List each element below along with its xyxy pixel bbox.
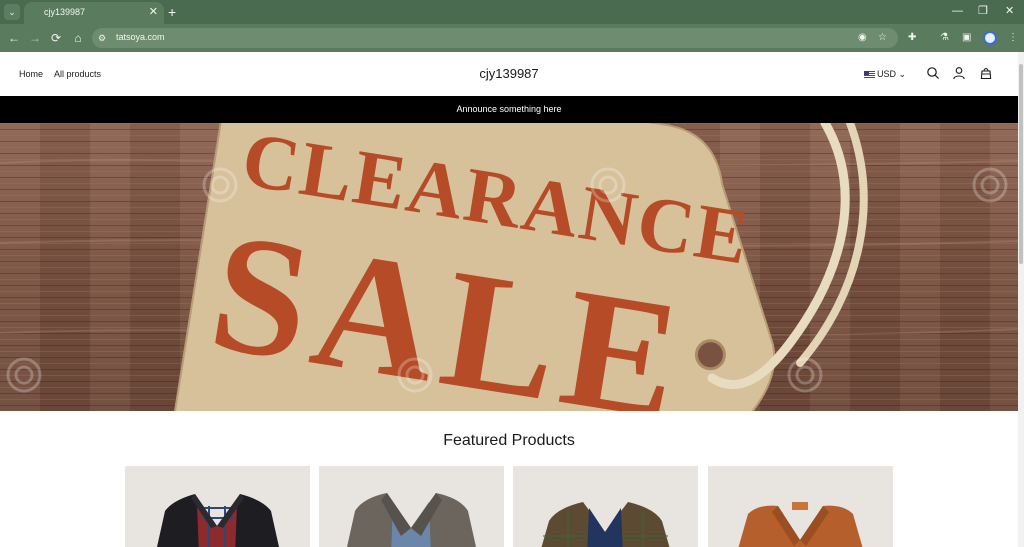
account-icon[interactable] bbox=[952, 66, 966, 80]
announcement-bar: Announce something here bbox=[0, 96, 1018, 123]
scrollbar-thumb[interactable] bbox=[1019, 64, 1023, 264]
back-icon[interactable]: ← bbox=[6, 30, 22, 46]
search-icon[interactable] bbox=[926, 66, 940, 80]
us-flag-icon bbox=[864, 71, 875, 78]
page-scrollbar[interactable] bbox=[1018, 52, 1024, 547]
tracking-eye-icon[interactable]: ◉ bbox=[858, 31, 867, 45]
cart-icon[interactable] bbox=[979, 66, 993, 80]
site-header: Home All products cjy139987 USD ⌄ bbox=[0, 52, 1018, 96]
tab-title: cjy139987 bbox=[44, 7, 86, 17]
url-text[interactable]: tatsoya.com bbox=[116, 32, 165, 42]
minimize-icon[interactable]: — bbox=[952, 4, 963, 18]
announcement-text: Announce something here bbox=[456, 104, 562, 114]
orange-leather-vest-image bbox=[738, 502, 863, 547]
tab-search-icon[interactable]: ⌄ bbox=[4, 4, 20, 20]
browser-toolbar: ← → ⟳ ⌂ ⚙ tatsoya.com ◉ ☆ ✚ ⚗ ▣ ⋮ bbox=[0, 24, 1024, 52]
black-vest-image bbox=[157, 494, 279, 547]
product-card[interactable] bbox=[319, 466, 504, 547]
hero-banner[interactable]: CLEARANCE SALE bbox=[0, 123, 1018, 411]
product-card[interactable] bbox=[513, 466, 698, 547]
currency-code: USD bbox=[877, 69, 897, 79]
reload-icon[interactable]: ⟳ bbox=[48, 30, 64, 46]
clearance-sale-tag-image: CLEARANCE SALE bbox=[0, 123, 1018, 411]
address-bar[interactable]: ⚙ tatsoya.com ◉ ☆ bbox=[92, 28, 898, 48]
forward-icon[interactable]: → bbox=[27, 30, 43, 46]
new-tab-button[interactable]: + bbox=[168, 3, 176, 21]
site-info-icon[interactable]: ⚙ bbox=[98, 31, 106, 45]
web-page: Home All products cjy139987 USD ⌄ Announ… bbox=[0, 52, 1018, 547]
browser-tab[interactable]: cjy139987 ✕ bbox=[24, 2, 164, 24]
product-card[interactable] bbox=[125, 466, 310, 547]
menu-kebab-icon[interactable]: ⋮ bbox=[1008, 30, 1018, 46]
labs-icon[interactable]: ⚗ bbox=[940, 30, 949, 46]
close-window-icon[interactable]: ✕ bbox=[1005, 4, 1014, 18]
bookmark-star-icon[interactable]: ☆ bbox=[878, 31, 887, 45]
extensions-icon[interactable]: ✚ bbox=[908, 30, 916, 46]
featured-products-heading: Featured Products bbox=[443, 432, 575, 449]
side-panel-icon[interactable]: ▣ bbox=[962, 30, 971, 46]
restore-icon[interactable]: ❐ bbox=[978, 4, 988, 18]
gray-tweed-vest-image bbox=[347, 493, 476, 547]
chevron-down-icon: ⌄ bbox=[898, 69, 907, 79]
tab-close-icon[interactable]: ✕ bbox=[149, 5, 158, 19]
product-card[interactable] bbox=[708, 466, 893, 547]
rope-strand-icon bbox=[796, 123, 868, 367]
currency-selector[interactable]: USD ⌄ bbox=[864, 68, 906, 80]
home-icon[interactable]: ⌂ bbox=[70, 30, 86, 46]
profile-avatar-icon[interactable] bbox=[983, 31, 997, 45]
brown-plaid-vest-image bbox=[541, 502, 670, 547]
browser-tab-bar: ⌄ cjy139987 ✕ + — ❐ ✕ bbox=[0, 0, 1024, 24]
